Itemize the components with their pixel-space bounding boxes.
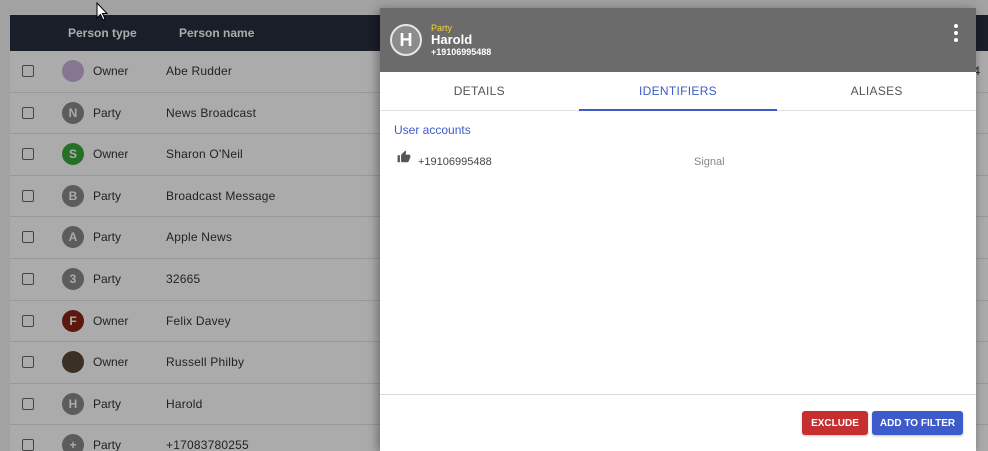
page: Person type Person name OwnerAbe RudderE… [0,0,988,451]
tab-aliases[interactable]: ALIASES [777,72,976,110]
thumbs-up-icon [397,150,411,163]
person-name: Harold [431,32,473,47]
panel-footer: EXCLUDE ADD TO FILTER [380,394,976,451]
tab-identifiers[interactable]: IDENTIFIERS [578,72,778,111]
person-phone: +19106995488 [431,47,492,57]
account-service: Signal [694,156,725,168]
account-identifier: +19106995488 [418,156,492,168]
exclude-button[interactable]: EXCLUDE [802,411,868,435]
user-account-row: +19106995488 Signal [380,148,976,176]
panel-header: H Party Harold +19106995488 [380,8,976,72]
more-vert-icon[interactable] [950,24,962,42]
mouse-cursor-icon [96,2,108,21]
avatar: H [390,24,422,56]
person-detail-panel: H Party Harold +19106995488 DETAILS IDEN… [380,8,976,451]
tab-details[interactable]: DETAILS [380,72,579,110]
section-title-user-accounts: User accounts [394,123,471,137]
panel-tabs: DETAILS IDENTIFIERS ALIASES [380,72,976,111]
add-to-filter-button[interactable]: ADD TO FILTER [872,411,963,435]
